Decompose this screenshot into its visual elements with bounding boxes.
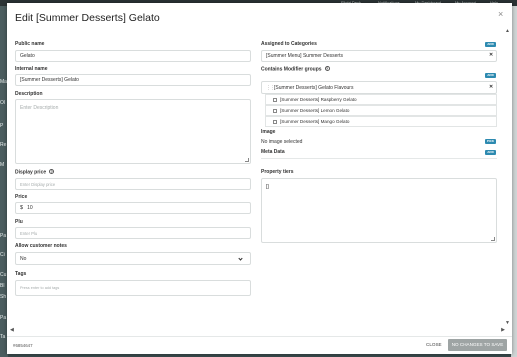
divider xyxy=(261,158,497,159)
chevron-down-icon xyxy=(238,256,243,261)
display-price-input[interactable]: Enter Display price xyxy=(15,178,251,190)
add-modifier-group-button[interactable]: ADD xyxy=(485,73,496,78)
allow-notes-value: No xyxy=(20,255,27,262)
help-icon[interactable]: ? xyxy=(49,169,55,174)
category-value: [Summer Menu] Summer Desserts xyxy=(266,53,343,59)
add-meta-data-button[interactable]: ADD xyxy=(485,150,496,155)
resize-handle-icon[interactable] xyxy=(491,237,495,241)
modifier-item-label: [Summer Desserts] Lemon Gelato xyxy=(280,108,350,113)
save-button[interactable]: NO CHANGES TO SAVE xyxy=(448,339,507,351)
meta-data-label: Meta Data xyxy=(261,149,285,155)
modifier-item-label: [Summer Desserts] Raspberry Gelato xyxy=(280,97,357,102)
display-price-placeholder: Enter Display price xyxy=(20,181,56,187)
currency-symbol: $ xyxy=(20,205,24,211)
modifier-item: [Summer Desserts] Raspberry Gelato xyxy=(265,94,497,105)
scroll-right-icon[interactable]: ▶ xyxy=(501,327,505,333)
add-category-button[interactable]: ADD xyxy=(485,42,496,47)
scroll-left-icon[interactable]: ◀ xyxy=(10,327,14,333)
modifier-group-row: ⋮⋮ [Summer Desserts] Gelato Flavours xyxy=(261,81,497,94)
drag-handle-icon[interactable]: ⋮⋮ xyxy=(266,85,275,91)
display-price-label: Display price? xyxy=(15,169,55,176)
category-row: [Summer Menu] Summer Desserts xyxy=(261,50,497,62)
pick-image-button[interactable]: PICK xyxy=(485,139,496,144)
checkbox[interactable] xyxy=(273,119,277,124)
edit-item-modal: Edit [Summer Desserts] Gelato × ▲ ▼ Publ… xyxy=(7,3,512,354)
modifier-item-label: [Summer Desserts] Mango Gelato xyxy=(280,119,350,124)
image-label: Image xyxy=(261,129,276,135)
help-icon[interactable]: ? xyxy=(324,66,330,71)
modifier-groups-label: Contains Modifier groups? xyxy=(261,66,330,73)
tags-placeholder: Press enter to add tags xyxy=(20,286,60,290)
internal-name-input[interactable]: [Summer Desserts] Gelato xyxy=(15,74,251,86)
allow-notes-select[interactable]: No xyxy=(15,252,251,265)
close-icon[interactable]: × xyxy=(498,9,503,19)
resize-handle-icon[interactable] xyxy=(245,158,249,162)
plu-placeholder: Enter Plu xyxy=(20,230,38,236)
property-tiers-value: [] xyxy=(266,184,269,190)
checkbox[interactable] xyxy=(273,108,277,113)
close-button[interactable]: CLOSE xyxy=(426,342,442,347)
property-tiers-textarea[interactable]: [] xyxy=(261,178,497,243)
remove-modifier-group-icon[interactable]: ✕ xyxy=(489,84,493,90)
allow-notes-label: Allow customer notes xyxy=(15,243,67,249)
modal-footer: #6854647 CLOSE NO CHANGES TO SAVE xyxy=(7,336,512,354)
price-value: 10 xyxy=(27,205,33,211)
property-tiers-label: Property tiers xyxy=(261,169,294,175)
modifier-item: [Summer Desserts] Mango Gelato xyxy=(265,116,497,127)
checkbox[interactable] xyxy=(273,97,277,102)
tags-label: Tags xyxy=(15,271,27,277)
item-id: #6854647 xyxy=(13,343,33,348)
image-value: No image selected xyxy=(261,139,303,145)
public-name-input[interactable]: Gelato xyxy=(15,50,251,62)
scroll-down-icon[interactable]: ▼ xyxy=(505,320,510,326)
internal-name-value: [Summer Desserts] Gelato xyxy=(20,77,79,83)
description-textarea[interactable]: Enter Description xyxy=(15,99,251,164)
description-label: Description xyxy=(15,91,43,97)
price-input[interactable]: $ 10 xyxy=(15,202,251,214)
public-name-label: Public name xyxy=(15,41,45,47)
tags-input[interactable]: Press enter to add tags xyxy=(15,280,251,296)
modal-title: Edit [Summer Desserts] Gelato xyxy=(15,12,160,24)
price-label: Price xyxy=(15,194,28,200)
description-placeholder: Enter Description xyxy=(20,105,59,111)
internal-name-label: Internal name xyxy=(15,66,48,72)
image-row: No image selected xyxy=(261,137,497,147)
modifier-item: [Summer Desserts] Lemon Gelato xyxy=(265,105,497,116)
scroll-up-icon[interactable]: ▲ xyxy=(505,28,510,34)
modifier-group-name: [Summer Desserts] Gelato Flavours xyxy=(274,84,354,91)
horizontal-scrollbar[interactable]: ◀ ▶ xyxy=(10,327,505,333)
categories-label: Assigned to Categories xyxy=(261,41,317,47)
remove-category-icon[interactable]: ✕ xyxy=(489,52,493,58)
public-name-value: Gelato xyxy=(20,53,35,59)
plu-label: Plu xyxy=(15,219,23,225)
plu-input[interactable]: Enter Plu xyxy=(15,227,251,239)
